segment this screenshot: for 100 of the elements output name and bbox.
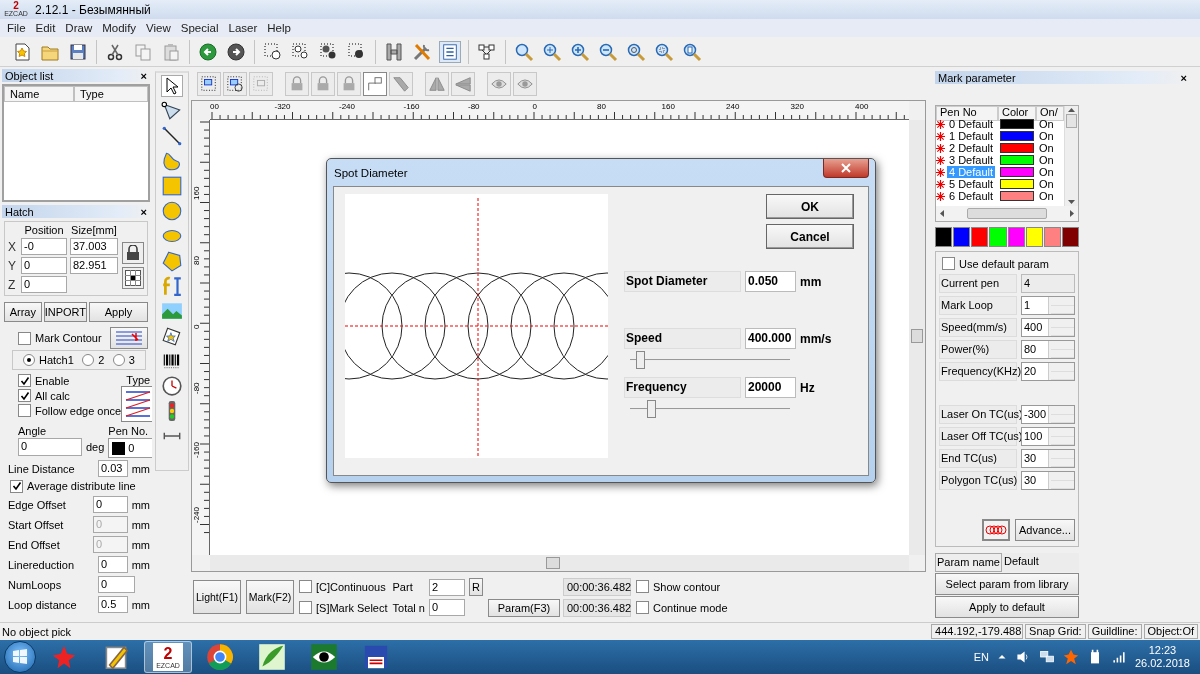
text-field[interactable]: 0 bbox=[93, 496, 128, 513]
param-button[interactable]: Param(F3) bbox=[487, 598, 560, 617]
contour-settings-button[interactable] bbox=[110, 327, 148, 349]
hatch-type-button[interactable] bbox=[121, 386, 152, 422]
menu-item[interactable]: Modify bbox=[97, 22, 142, 34]
radio-button[interactable] bbox=[112, 354, 125, 366]
advance-button[interactable]: Advance... bbox=[1015, 519, 1075, 541]
scrollbar-thumb[interactable] bbox=[545, 557, 560, 569]
mirror-vertical-icon[interactable] bbox=[451, 71, 475, 96]
close-button[interactable]: × bbox=[1180, 71, 1187, 84]
checkbox[interactable] bbox=[18, 374, 31, 387]
pen-row[interactable]: 1 Default bbox=[947, 130, 996, 142]
pen-row[interactable]: 2 Default bbox=[947, 142, 996, 154]
checkbox[interactable] bbox=[18, 389, 31, 402]
column-header[interactable]: On/ bbox=[1036, 106, 1064, 121]
line-icon[interactable] bbox=[161, 125, 183, 147]
spin-field[interactable]: 400 bbox=[1021, 318, 1075, 337]
position-field[interactable]: 0 bbox=[21, 257, 67, 274]
checkbox[interactable] bbox=[635, 601, 649, 614]
action-button[interactable]: Array bbox=[4, 302, 42, 322]
slider[interactable] bbox=[630, 349, 790, 371]
frame-icon[interactable] bbox=[383, 40, 405, 63]
curve-shape-icon[interactable] bbox=[161, 150, 183, 172]
language-indicator[interactable]: EN bbox=[973, 651, 989, 663]
apply-default-button[interactable]: Apply to default bbox=[935, 596, 1079, 618]
menu-item[interactable]: Special bbox=[175, 22, 224, 34]
rectangle-icon[interactable] bbox=[161, 175, 183, 197]
text-field[interactable]: 0 bbox=[98, 576, 135, 593]
palette-swatch[interactable] bbox=[971, 227, 989, 247]
text-tool-icon[interactable] bbox=[161, 275, 183, 297]
spin-field[interactable]: 30 bbox=[1021, 449, 1075, 468]
slider-thumb[interactable] bbox=[646, 400, 656, 418]
total-field[interactable]: 0 bbox=[428, 599, 465, 616]
size-field[interactable]: 82.951 bbox=[70, 257, 118, 274]
angle-field[interactable]: 0 bbox=[18, 438, 82, 456]
spin-field[interactable]: 20 bbox=[1021, 362, 1075, 381]
pen-row[interactable]: 5 Default bbox=[947, 178, 996, 190]
reset-button[interactable]: R bbox=[468, 578, 483, 596]
scroll-left-icon[interactable] bbox=[940, 210, 944, 217]
menu-item[interactable]: Laser bbox=[223, 22, 263, 34]
palette-swatch[interactable] bbox=[1025, 227, 1043, 247]
dialog-button[interactable]: Cancel bbox=[766, 224, 854, 249]
radio-button[interactable] bbox=[82, 354, 95, 366]
eye-icon[interactable] bbox=[487, 71, 511, 96]
light-button[interactable]: Light(F1) bbox=[193, 580, 241, 614]
horizontal-scrollbar[interactable] bbox=[936, 206, 1078, 221]
checkbox[interactable] bbox=[10, 479, 23, 493]
network-icon[interactable] bbox=[1038, 649, 1055, 665]
checkbox[interactable] bbox=[18, 404, 31, 417]
column-header[interactable]: Pen No bbox=[936, 106, 998, 121]
checkbox[interactable] bbox=[942, 257, 955, 270]
spin-field[interactable]: 80 bbox=[1021, 340, 1075, 359]
menu-item[interactable]: File bbox=[2, 22, 31, 34]
circle-icon[interactable] bbox=[161, 200, 183, 222]
pen-row[interactable]: 6 Default bbox=[947, 190, 996, 202]
palette-swatch[interactable] bbox=[989, 227, 1007, 247]
list-icon[interactable] bbox=[439, 40, 461, 63]
checkbox[interactable] bbox=[299, 601, 312, 614]
mirror-horizontal-icon[interactable] bbox=[425, 71, 449, 96]
palette-swatch[interactable] bbox=[935, 227, 953, 247]
action-button[interactable]: Apply bbox=[89, 302, 148, 322]
pen-row[interactable]: 0 Default bbox=[947, 118, 996, 130]
param-name-field[interactable]: Default bbox=[1002, 553, 1079, 572]
close-button[interactable]: × bbox=[140, 69, 147, 82]
palette-swatch[interactable] bbox=[1061, 227, 1079, 247]
value-field[interactable]: 400.000 bbox=[745, 328, 796, 349]
scroll-down-icon[interactable] bbox=[1068, 200, 1075, 204]
text-field[interactable]: 0.03 bbox=[98, 460, 128, 477]
text-field[interactable]: 0.5 bbox=[98, 596, 128, 613]
palette-swatch[interactable] bbox=[1007, 227, 1025, 247]
slider[interactable] bbox=[630, 398, 790, 420]
size-field[interactable]: 37.003 bbox=[70, 238, 118, 255]
part-field[interactable]: 2 bbox=[428, 578, 465, 596]
eye-icon[interactable] bbox=[513, 71, 537, 96]
menu-item[interactable]: View bbox=[141, 22, 176, 34]
spin-field[interactable]: 30 bbox=[1021, 471, 1075, 490]
polygon-icon[interactable] bbox=[161, 250, 183, 272]
vertical-scrollbar[interactable] bbox=[909, 120, 925, 555]
value-field[interactable]: 0.050 bbox=[745, 271, 796, 292]
column-header[interactable]: Type bbox=[74, 86, 148, 102]
action-button[interactable]: INPORT bbox=[43, 302, 87, 322]
value-field[interactable]: 20000 bbox=[745, 377, 796, 398]
pointer-icon[interactable] bbox=[161, 75, 183, 97]
vertical-scrollbar[interactable] bbox=[1064, 106, 1078, 206]
position-field[interactable]: -0 bbox=[21, 238, 67, 255]
up-arrow-icon[interactable] bbox=[996, 652, 1007, 662]
close-button[interactable] bbox=[823, 159, 869, 178]
position-field[interactable]: 0 bbox=[21, 276, 67, 293]
menu-item[interactable]: Draw bbox=[60, 22, 98, 34]
scrollbar-thumb[interactable] bbox=[967, 208, 1047, 219]
column-header[interactable]: Name bbox=[4, 86, 74, 102]
star-icon[interactable] bbox=[161, 325, 183, 347]
checkbox[interactable] bbox=[299, 580, 312, 593]
text-field[interactable]: 0 bbox=[98, 556, 128, 573]
start-button[interactable] bbox=[4, 641, 36, 673]
group-icon[interactable] bbox=[223, 71, 247, 96]
menu-item[interactable]: Help bbox=[262, 22, 296, 34]
group-icon[interactable] bbox=[197, 71, 221, 96]
signal-icon[interactable] bbox=[1110, 649, 1127, 665]
mark-button[interactable]: Mark(F2) bbox=[246, 580, 294, 614]
